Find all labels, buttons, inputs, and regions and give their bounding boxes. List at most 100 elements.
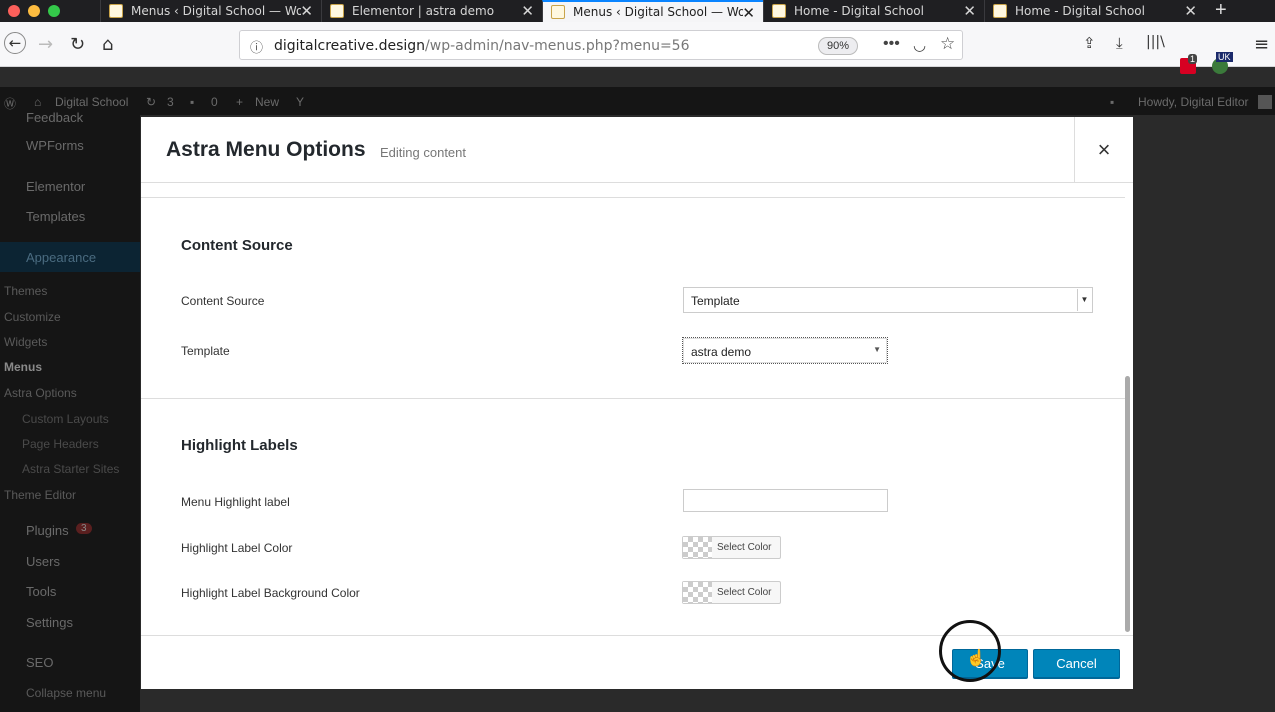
wp-admin-bar: Ⓦ ⌂ Digital School ↻ 3 ▪ 0 + New Y ▪ How…	[0, 87, 1275, 115]
browser-tab[interactable]: Home - Digital School ✕	[984, 0, 1205, 22]
url-bar[interactable]: ⓘ digitalcreative.design/wp-admin/nav-me…	[239, 30, 963, 60]
updates-icon[interactable]: ↻	[146, 95, 156, 109]
content-source-select[interactable]: Template ▼	[683, 287, 1093, 313]
url-text[interactable]: digitalcreative.design/wp-admin/nav-menu…	[274, 38, 690, 54]
sidebar-item-tools[interactable]: Tools	[26, 584, 56, 599]
url-path: /wp-admin/nav-menus.php?menu=56	[425, 38, 690, 54]
bookmark-star-icon[interactable]: ☆	[940, 34, 955, 54]
sidebar-item-appearance[interactable]: Appearance	[26, 250, 96, 265]
minimize-window-icon[interactable]	[28, 5, 40, 17]
menu-highlight-label-label: Menu Highlight label	[181, 495, 290, 509]
sidebar-item-menus[interactable]: Menus	[4, 360, 42, 374]
updates-count: 3	[167, 95, 174, 109]
sidebar-item-feedback[interactable]: Feedback	[26, 110, 83, 125]
new-content-link[interactable]: New	[255, 95, 279, 109]
transparent-swatch-icon	[683, 582, 712, 603]
howdy-user-link[interactable]: Howdy, Digital Editor	[1138, 95, 1248, 109]
zoom-level-badge[interactable]: 90%	[818, 37, 858, 55]
sidebar-item-customize[interactable]: Customize	[4, 310, 61, 324]
plugins-count-badge: 3	[76, 523, 92, 534]
home-icon[interactable]: ⌂	[102, 34, 113, 55]
new-plus-icon: +	[236, 95, 244, 109]
sidebar-item-page-headers[interactable]: Page Headers	[22, 437, 99, 451]
forward-icon[interactable]: →	[38, 34, 53, 55]
transparent-swatch-icon	[683, 537, 712, 558]
sidebar-item-widgets[interactable]: Widgets	[4, 335, 47, 349]
close-window-icon[interactable]	[8, 5, 20, 17]
sidebar-item-templates[interactable]: Templates	[26, 209, 85, 224]
highlight-label-color-button[interactable]: Select Color	[682, 536, 781, 559]
close-tab-icon[interactable]: ✕	[1184, 2, 1197, 20]
close-modal-button[interactable]: ×	[1074, 117, 1133, 183]
sidebar-item-elementor[interactable]: Elementor	[26, 179, 85, 194]
library-icon[interactable]: |||\	[1146, 34, 1165, 50]
back-icon[interactable]: ←	[4, 32, 26, 54]
content-source-value: Template	[691, 294, 740, 308]
yoast-icon[interactable]: Y	[296, 95, 304, 109]
favicon-icon	[551, 5, 565, 19]
highlight-label-bg-color-button[interactable]: Select Color	[682, 581, 781, 604]
close-tab-icon[interactable]: ✕	[300, 2, 313, 20]
sidebar-item-plugins[interactable]: Plugins	[26, 523, 69, 538]
zoom-window-icon[interactable]	[48, 5, 60, 17]
browser-tab[interactable]: Elementor | astra demo ✕	[321, 0, 542, 22]
modal-subtitle: Editing content	[380, 145, 467, 160]
modal-header: Astra Menu Options Editing content ×	[141, 117, 1133, 183]
browser-tab-active[interactable]: Menus ‹ Digital School — Word ✕	[542, 0, 763, 22]
collapse-menu-button[interactable]: Collapse menu	[26, 686, 106, 700]
browser-tab[interactable]: Menus ‹ Digital School — Word ✕	[100, 0, 321, 22]
sidebar-item-settings[interactable]: Settings	[26, 615, 73, 630]
info-icon[interactable]: ⓘ	[250, 37, 263, 56]
wp-admin-sidebar: Feedback WPForms Elementor Templates App…	[0, 110, 140, 712]
sidebar-item-wpforms[interactable]: WPForms	[26, 138, 84, 153]
locale-badge: UK	[1216, 52, 1233, 62]
cancel-button[interactable]: Cancel	[1033, 649, 1120, 678]
template-label: Template	[181, 344, 230, 358]
sidebar-item-themes[interactable]: Themes	[4, 284, 47, 298]
sidebar-item-custom-layouts[interactable]: Custom Layouts	[22, 412, 109, 426]
sidebar-item-users[interactable]: Users	[26, 554, 60, 569]
cursor-hand-icon: ☝	[966, 650, 986, 667]
favicon-icon	[993, 4, 1007, 18]
close-tab-icon[interactable]: ✕	[521, 2, 534, 20]
highlight-label-color-label: Highlight Label Color	[181, 541, 293, 555]
scrollbar-thumb[interactable]	[1125, 376, 1130, 632]
notification-badge: 1	[1188, 54, 1198, 64]
wordpress-logo-icon[interactable]: Ⓦ	[4, 95, 16, 112]
page-actions-icon[interactable]: •••	[883, 35, 900, 53]
content-source-label: Content Source	[181, 294, 265, 308]
favicon-icon	[330, 4, 344, 18]
highlight-label-bg-color-label: Highlight Label Background Color	[181, 586, 360, 600]
site-name-link[interactable]: Digital School	[55, 95, 128, 109]
astra-menu-options-modal: Astra Menu Options Editing content × Con…	[141, 117, 1133, 689]
search-icon[interactable]: ▪	[1110, 95, 1114, 109]
browser-tab-bar: Menus ‹ Digital School — Word ✕ Elementor…	[0, 0, 1275, 22]
close-tab-icon[interactable]: ✕	[742, 4, 755, 22]
browser-nav-bar: ← → ↻ ⌂ ⓘ digitalcreative.design/wp-admi…	[0, 22, 1275, 74]
menu-highlight-label-input[interactable]	[683, 489, 888, 512]
section-heading: Highlight Labels	[181, 437, 298, 454]
select-color-label: Select Color	[717, 587, 772, 598]
window-controls	[0, 0, 100, 22]
sidebar-item-astra-options[interactable]: Astra Options	[4, 386, 77, 400]
avatar[interactable]	[1258, 95, 1272, 109]
sidebar-item-astra-starter-sites[interactable]: Astra Starter Sites	[22, 462, 119, 476]
download-icon[interactable]: ⤓	[1116, 34, 1123, 52]
favicon-icon	[109, 4, 123, 18]
pocket-icon[interactable]: ◡	[913, 36, 926, 54]
template-select[interactable]: astra demo ▼	[682, 337, 888, 364]
new-tab-icon[interactable]: +	[1205, 0, 1227, 22]
hamburger-menu-icon[interactable]: ≡	[1254, 34, 1269, 55]
section-heading: Content Source	[181, 237, 293, 254]
comments-icon[interactable]: ▪	[190, 95, 194, 109]
browser-tab[interactable]: Home - Digital School ✕	[763, 0, 984, 22]
template-value: astra demo	[691, 345, 752, 359]
sidebar-item-seo[interactable]: SEO	[26, 655, 53, 670]
reload-icon[interactable]: ↻	[70, 34, 85, 55]
favicon-icon	[772, 4, 786, 18]
modal-scroll-area[interactable]: Content Source Content Source Template ▼…	[141, 183, 1133, 635]
sidebar-item-theme-editor[interactable]: Theme Editor	[4, 488, 76, 502]
modal-title: Astra Menu Options	[166, 138, 366, 161]
close-tab-icon[interactable]: ✕	[963, 2, 976, 20]
upload-icon[interactable]: ⇪	[1083, 34, 1096, 52]
